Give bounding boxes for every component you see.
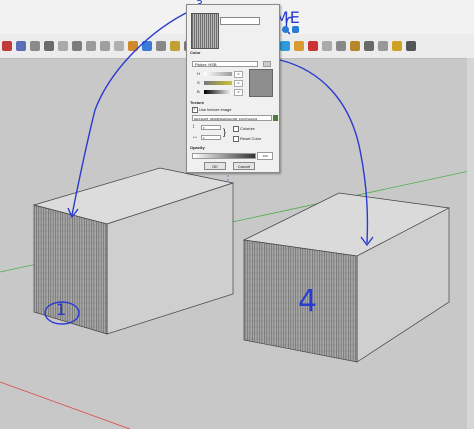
use-texture-label: Use texture image [199,107,232,112]
colorize-checkbox[interactable] [233,126,239,132]
channel-s-bar[interactable] [204,81,232,85]
link-dimensions-icon[interactable]: } [223,126,226,138]
sketchup-window: 1 4 NAME 3 Color Picker: HSB H 0 S 0 B 0… [0,0,474,429]
material-name-field[interactable] [220,17,260,25]
channel-b-value[interactable]: 0 [234,89,243,96]
texture-width-field[interactable]: 1' [201,125,221,130]
color-section-heading: Color [190,50,201,55]
material-swatch[interactable] [191,13,219,49]
sample-paint-icon[interactable] [292,26,299,33]
texture-height-field[interactable]: 1' [201,135,221,140]
opacity-section-heading: Opacity [190,145,205,150]
cancel-button[interactable]: Cancel [233,162,255,170]
in-model-icon[interactable] [282,26,289,33]
reset-color-label: Reset Color [240,136,262,141]
edit-material-dialog: Color Picker: HSB H 0 S 0 B 0 Texture Us… [186,4,280,173]
channel-s-label: S [197,80,200,85]
texture-path-field[interactable]: ffeb13fa05_b8248bf0a9c9eb4b8_1f2a7f4a134… [192,115,272,121]
use-texture-checkbox[interactable] [192,106,198,113]
channel-h-bar[interactable] [204,72,232,76]
picker-dropdown-icon[interactable] [263,61,271,67]
height-arrow-icon: ↕ [192,124,195,130]
opacity-value[interactable]: 100 [257,152,273,160]
colorize-label: Colorize [240,126,255,131]
color-preview [249,69,273,97]
channel-b-bar[interactable] [204,90,232,94]
right-edge-strip [467,58,474,429]
opacity-slider[interactable] [192,153,256,159]
right-face-label: 4 [298,284,318,319]
browse-texture-icon[interactable] [273,115,278,121]
texture-section-heading: Texture [190,100,205,105]
channel-h-value[interactable]: 0 [234,71,243,78]
channel-s-value[interactable]: 0 [234,80,243,87]
channel-b-label: B [197,89,200,94]
left-face-label: 1 [56,300,67,319]
channel-h-label: H [197,71,200,76]
reset-color-checkbox[interactable] [233,136,239,142]
width-arrow-icon: ↔ [192,134,198,140]
ok-button[interactable]: OK [204,162,226,170]
picker-select[interactable]: Picker: HSB [192,61,258,67]
